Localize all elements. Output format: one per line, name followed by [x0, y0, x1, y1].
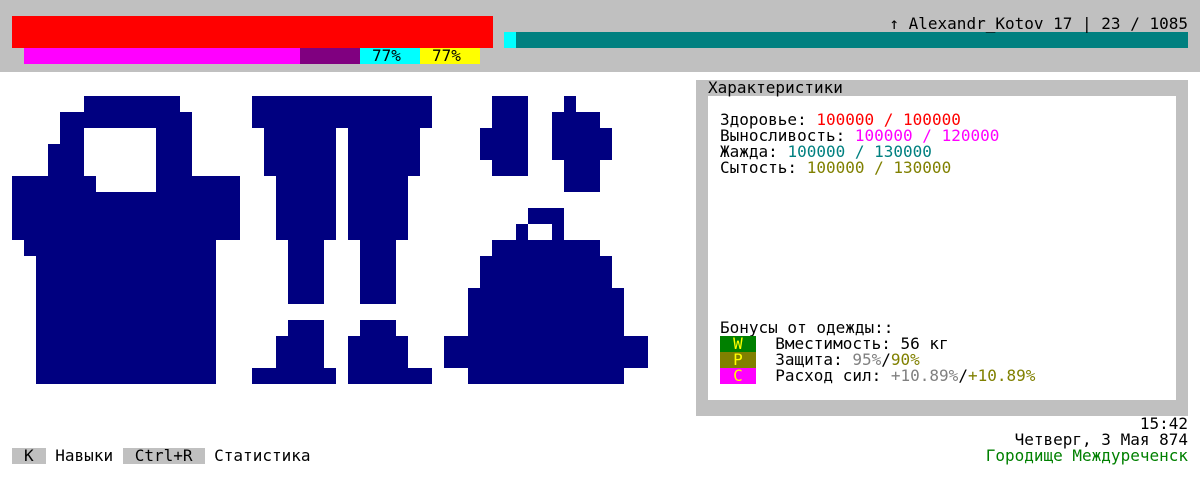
stats-hotkey-label[interactable]: Статистика [214, 446, 310, 465]
xp-bar-marker [504, 32, 516, 48]
skills-hotkey-label[interactable]: Навыки [55, 446, 113, 465]
bag-icon[interactable] [444, 208, 648, 384]
satiety-stat: Сытость: 100000 / 130000 [720, 160, 951, 176]
hotkey-bar: K Навыки Ctrl+R Статистика [12, 448, 310, 464]
equipment-slots [12, 96, 648, 384]
stamina-bar-missing [300, 48, 360, 64]
skills-hotkey-key[interactable]: K [12, 448, 46, 464]
boots-icon[interactable] [252, 320, 432, 384]
pants-icon[interactable] [252, 96, 432, 304]
satiety-percent: 77% [432, 48, 480, 64]
shirt-icon[interactable] [12, 96, 240, 384]
satiety-bar [420, 48, 432, 64]
health-bar [12, 16, 493, 48]
stamina-use-label: Расход сил: [775, 366, 882, 385]
stamina-use-separator: / [958, 366, 968, 385]
stats-hotkey-key[interactable]: Ctrl+R [122, 448, 205, 464]
stats-title: Характеристики [708, 78, 843, 97]
satiety-value: 100000 / 130000 [806, 158, 952, 177]
player-info: ↑ Alexandr_Kotov 17 | 23 / 1085 [889, 14, 1188, 33]
xp-bar [516, 32, 1188, 48]
location-name: Городище Междуреченск [985, 446, 1188, 465]
stamina-use-value-b: +10.89% [967, 366, 1036, 385]
stamina-bar [24, 48, 300, 64]
satiety-label: Сытость: [720, 158, 798, 177]
gloves-icon[interactable] [480, 96, 612, 192]
stamina-use-value-a: +10.89% [890, 366, 959, 385]
stamina-use-badge: C [720, 368, 756, 384]
bonus-stamina-use: C Расход сил: +10.89%/+10.89% [720, 368, 1035, 384]
thirst-percent: 77% [372, 48, 420, 64]
thirst-bar [360, 48, 372, 64]
